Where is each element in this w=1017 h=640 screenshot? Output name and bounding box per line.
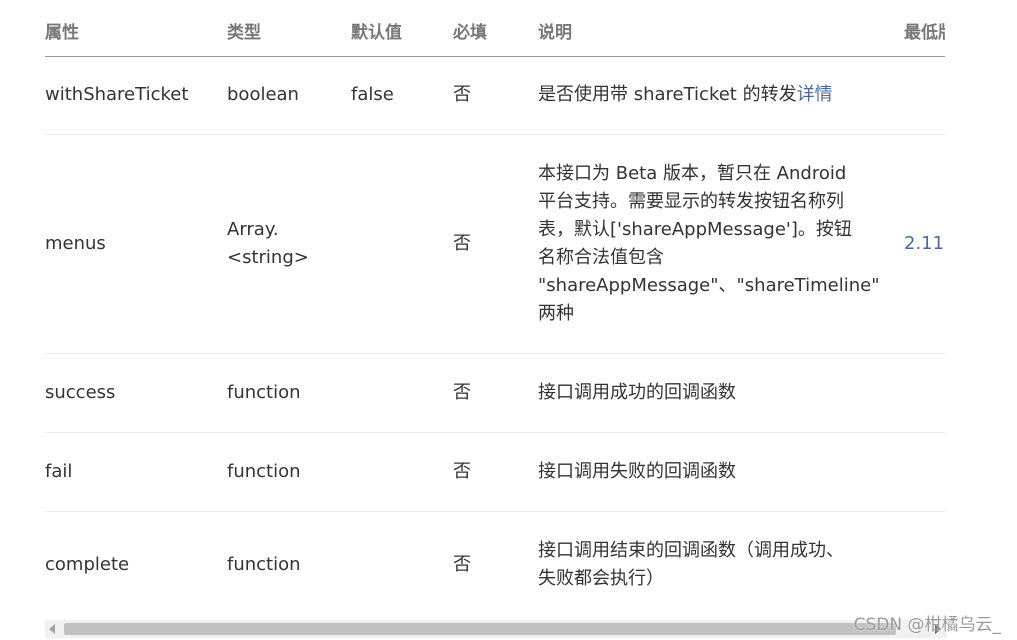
cell-type: Array.<string> bbox=[227, 219, 309, 268]
cell-description: 本接口为 Beta 版本，暂只在 Android 平台支持。需要显示的转发按钮名… bbox=[538, 163, 880, 324]
scroll-left-icon[interactable] bbox=[49, 624, 55, 634]
cell-type: boolean bbox=[227, 84, 299, 105]
header-property: 属性 bbox=[45, 23, 79, 43]
cell-required: 否 bbox=[453, 554, 471, 575]
table-row: withShareTicket boolean false 否 是否使用带 sh… bbox=[45, 57, 945, 135]
header-description: 说明 bbox=[538, 23, 572, 43]
cell-name: success bbox=[45, 382, 116, 403]
table-row: menus Array.<string> 否 本接口为 Beta 版本，暂只在 … bbox=[45, 135, 945, 354]
table-row: success function 否 接口调用成功的回调函数 bbox=[45, 354, 945, 433]
properties-table: 属性 类型 默认值 必填 说明 最低版 withShareTicket bool… bbox=[45, 0, 945, 620]
min-version-link[interactable]: 2.11. bbox=[904, 230, 945, 258]
horizontal-scrollbar[interactable] bbox=[45, 620, 947, 638]
description-text: 是否使用带 shareTicket 的转发 bbox=[538, 84, 797, 105]
watermark: CSDN @柑橘乌云_ bbox=[853, 615, 1001, 635]
table-row: complete function 否 接口调用结束的回调函数（调用成功、失败都… bbox=[45, 512, 945, 620]
cell-name: withShareTicket bbox=[45, 84, 189, 105]
cell-description: 接口调用成功的回调函数 bbox=[538, 382, 736, 403]
header-default: 默认值 bbox=[351, 23, 402, 43]
cell-type: function bbox=[227, 554, 301, 575]
scrollbar-thumb[interactable] bbox=[64, 623, 896, 635]
cell-required: 否 bbox=[453, 461, 471, 482]
cell-required: 否 bbox=[453, 382, 471, 403]
cell-type: function bbox=[227, 461, 301, 482]
cell-description: 接口调用结束的回调函数（调用成功、失败都会执行） bbox=[538, 540, 844, 589]
cell-name: complete bbox=[45, 554, 130, 575]
cell-type: function bbox=[227, 382, 301, 403]
header-required: 必填 bbox=[453, 23, 487, 43]
header-type: 类型 bbox=[227, 23, 261, 43]
cell-description: 接口调用失败的回调函数 bbox=[538, 461, 736, 482]
cell-name: fail bbox=[45, 461, 73, 482]
table-row: fail function 否 接口调用失败的回调函数 bbox=[45, 433, 945, 512]
table-header: 属性 类型 默认值 必填 说明 最低版 bbox=[45, 0, 945, 57]
details-link[interactable]: 详情 bbox=[797, 84, 833, 105]
cell-required: 否 bbox=[453, 233, 471, 254]
cell-required: 否 bbox=[453, 84, 471, 105]
cell-default: false bbox=[351, 84, 394, 105]
header-min-version: 最低版 bbox=[904, 23, 945, 43]
cell-description: 是否使用带 shareTicket 的转发详情 bbox=[538, 81, 833, 109]
cell-name: menus bbox=[45, 233, 106, 254]
